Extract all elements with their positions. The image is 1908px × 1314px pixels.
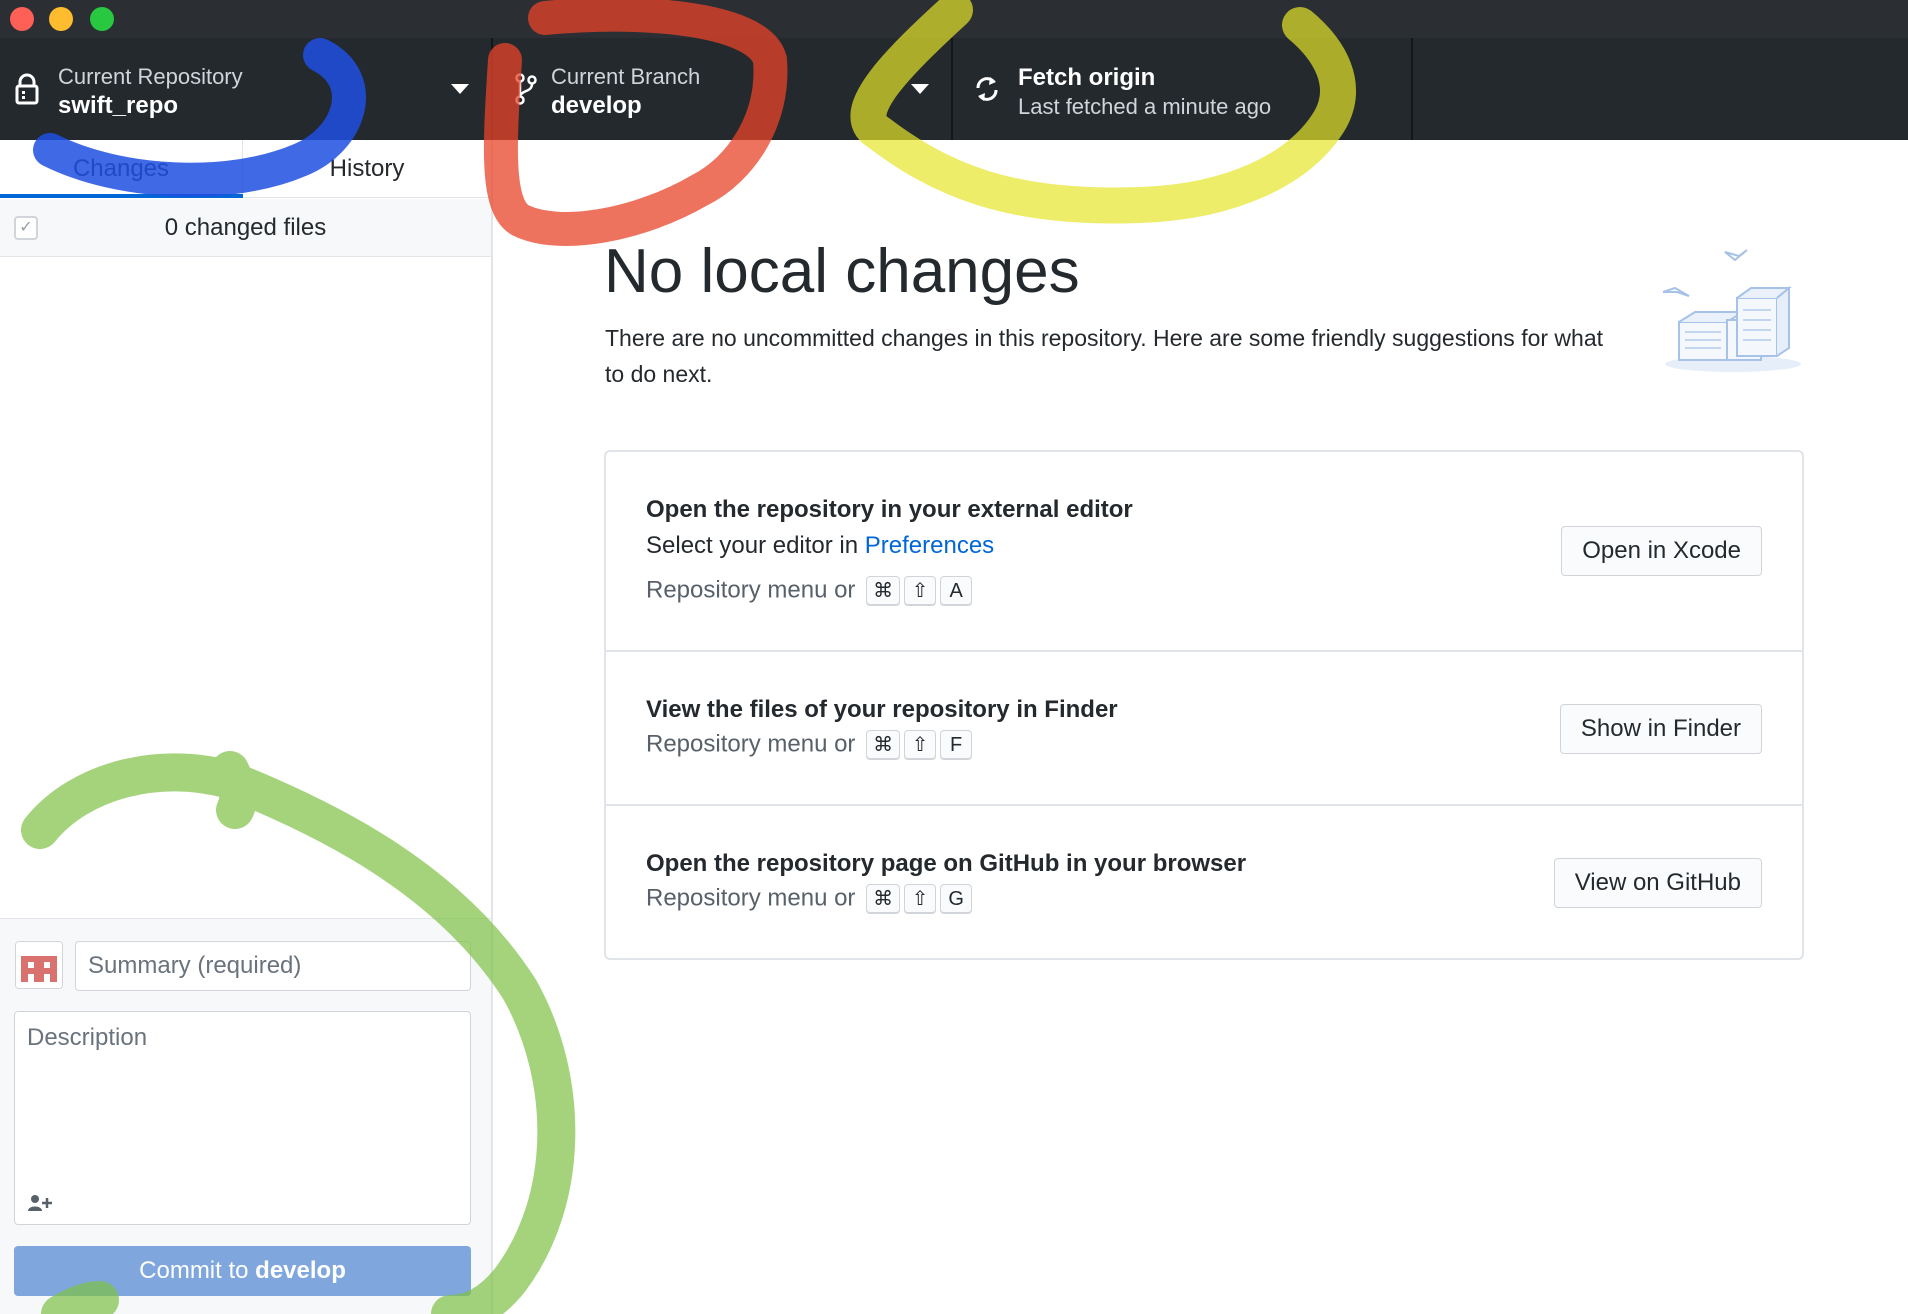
branch-icon: [515, 73, 537, 105]
show-in-finder-button[interactable]: Show in Finder: [1559, 704, 1762, 754]
card-title: View the files of your repository in Fin…: [646, 696, 1118, 723]
selected-tab-indicator: [0, 194, 243, 198]
key-shift: ⇧: [904, 730, 937, 760]
add-coauthor-icon[interactable]: [27, 1194, 53, 1212]
card-line: Select your editor in Preferences: [646, 532, 994, 560]
preferences-link[interactable]: Preferences: [865, 532, 994, 559]
tab-changes[interactable]: Changes: [0, 140, 243, 198]
view-on-github-button[interactable]: View on GitHub: [1553, 858, 1762, 908]
shortcut-hint: Repository menu or ⌘ ⇧ G: [646, 884, 973, 914]
zoom-window-button[interactable]: [90, 7, 114, 31]
description-field: [14, 1011, 471, 1225]
commit-button[interactable]: Commit to develop: [14, 1246, 471, 1296]
fetch-title: Fetch origin: [1018, 64, 1156, 91]
card-line-text: Select your editor in: [646, 532, 865, 559]
branch-name: develop: [551, 92, 642, 119]
description-input[interactable]: [15, 1012, 470, 1182]
changed-files-header: 0 changed files ✓: [0, 199, 491, 257]
card-title: Open the repository in your external edi…: [646, 496, 1133, 523]
key-shift: ⇧: [904, 884, 937, 914]
repository-name: swift_repo: [58, 92, 179, 119]
shortcut-hint: Repository menu or ⌘ ⇧ F: [646, 730, 973, 760]
suggestion-card-finder: View the files of your repository in Fin…: [606, 652, 1802, 806]
current-repository-dropdown[interactable]: Current Repository swift_repo: [0, 38, 493, 140]
summary-input[interactable]: [75, 941, 471, 991]
key-shift: ⇧: [904, 576, 937, 606]
sidebar-tabs: Changes History: [0, 140, 491, 198]
toolbar: Current Repository swift_repo Current Br…: [0, 38, 1908, 140]
window-titlebar: [0, 0, 1908, 38]
commit-button-prefix: Commit to: [139, 1257, 256, 1284]
current-branch-dropdown[interactable]: Current Branch develop: [493, 38, 953, 140]
suggestion-cards: Open the repository in your external edi…: [604, 450, 1804, 960]
avatar-icon: [15, 941, 63, 989]
shortcut-text: Repository menu or: [646, 730, 856, 758]
key-letter: F: [940, 730, 973, 760]
shortcut-text: Repository menu or: [646, 884, 856, 912]
caret-down-icon: [911, 84, 929, 94]
intro-text: There are no uncommitted changes in this…: [605, 325, 1604, 387]
key-command: ⌘: [866, 730, 901, 760]
minimize-window-button[interactable]: [49, 7, 73, 31]
caret-down-icon: [451, 84, 469, 94]
repository-label: Current Repository: [58, 64, 243, 89]
page-title: No local changes: [604, 237, 1080, 306]
fetch-origin-button[interactable]: Fetch origin Last fetched a minute ago: [953, 38, 1413, 140]
open-in-xcode-button[interactable]: Open in Xcode: [1561, 526, 1762, 576]
fetch-status: Last fetched a minute ago: [1018, 94, 1272, 119]
commit-panel: Commit to develop: [0, 918, 491, 1314]
illustration-boxes: [1662, 249, 1801, 372]
changed-files-count: 0 changed files: [164, 214, 327, 241]
key-command: ⌘: [866, 576, 901, 606]
branch-label: Current Branch: [551, 64, 701, 89]
shortcut-text: Repository menu or: [646, 576, 856, 604]
shortcut-hint: Repository menu or ⌘ ⇧ A: [646, 576, 973, 606]
close-window-button[interactable]: [10, 7, 34, 31]
key-command: ⌘: [866, 884, 901, 914]
suggestion-card-editor: Open the repository in your external edi…: [606, 452, 1802, 652]
sidebar: Changes History 0 changed files ✓ Summar…: [0, 140, 493, 1314]
suggestion-card-github: Open the repository page on GitHub in yo…: [606, 806, 1802, 958]
main-content: No local changes There are no uncommitte…: [495, 140, 1908, 1314]
card-title: Open the repository page on GitHub in yo…: [646, 850, 1247, 877]
key-letter: G: [940, 884, 973, 914]
tab-history[interactable]: History: [243, 140, 491, 198]
checkbox-icon[interactable]: ✓: [14, 216, 38, 240]
toolbar-empty-space: [1413, 38, 1908, 140]
key-letter: A: [940, 576, 973, 606]
sync-icon: [976, 77, 998, 101]
lock-icon: [15, 73, 39, 105]
commit-button-branch: develop: [255, 1257, 346, 1284]
